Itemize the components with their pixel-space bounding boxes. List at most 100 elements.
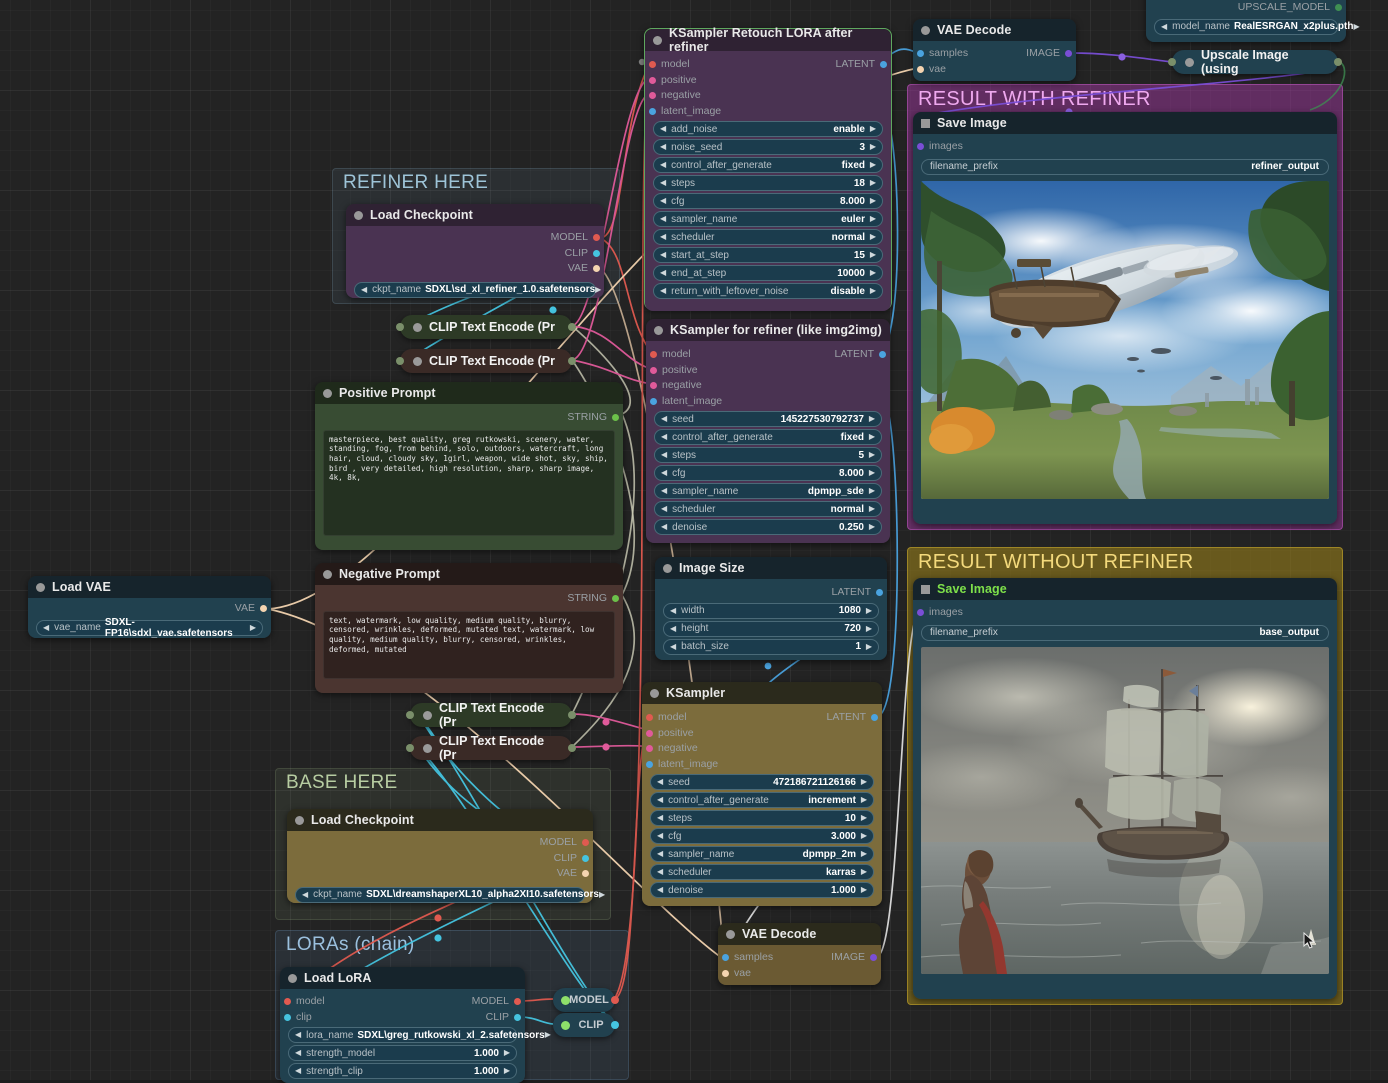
- next-arrow-icon[interactable]: ▶: [870, 215, 876, 223]
- collapse-dot[interactable]: [921, 26, 930, 35]
- port-row[interactable]: positive: [646, 363, 890, 379]
- port-row[interactable]: CLIP: [287, 851, 593, 867]
- widget-control-after-generate[interactable]: ◀control_after_generatefixed▶: [654, 429, 882, 445]
- input-dot[interactable]: [396, 323, 404, 331]
- port-row[interactable]: negative: [642, 741, 882, 757]
- port-row[interactable]: CLIP: [346, 246, 604, 262]
- port-row[interactable]: UPSCALE_MODEL: [1146, 0, 1346, 16]
- output-dot-vae[interactable]: [593, 265, 600, 272]
- collapse-dot[interactable]: [561, 996, 570, 1005]
- prev-arrow-icon[interactable]: ◀: [660, 197, 666, 205]
- next-arrow-icon[interactable]: ▶: [504, 1049, 510, 1057]
- output-dot-latent[interactable]: [879, 351, 886, 358]
- widget-seed[interactable]: ◀seed472186721126166▶: [650, 774, 874, 790]
- input-dot-model[interactable]: [284, 998, 291, 1005]
- node-load-lora[interactable]: Load LoRA model MODEL clip CLIP ◀ lora_n…: [280, 967, 525, 1083]
- prev-arrow-icon[interactable]: ◀: [661, 433, 667, 441]
- port-row[interactable]: latent_image: [646, 394, 890, 410]
- node-ksampler-refiner[interactable]: KSampler for refiner (like img2img) mode…: [646, 319, 890, 543]
- port-row[interactable]: MODEL: [287, 835, 593, 851]
- node-vae-decode-top[interactable]: VAE Decode samples IMAGE vae: [913, 19, 1076, 81]
- collapse-dot[interactable]: [663, 564, 672, 573]
- port-row[interactable]: MODEL: [346, 230, 604, 246]
- input-dot-positive[interactable]: [649, 77, 656, 84]
- collapse-square[interactable]: [921, 119, 930, 128]
- port-row[interactable]: model MODEL: [280, 994, 525, 1010]
- port-row[interactable]: latent_image: [645, 104, 891, 120]
- widget-seed[interactable]: ◀seed145227530792737▶: [654, 411, 882, 427]
- widget-cfg[interactable]: ◀cfg3.000▶: [650, 828, 874, 844]
- next-arrow-icon[interactable]: ▶: [861, 886, 867, 894]
- next-arrow-icon[interactable]: ▶: [869, 433, 875, 441]
- next-arrow-icon[interactable]: ▶: [870, 287, 876, 295]
- prev-arrow-icon[interactable]: ◀: [43, 624, 49, 632]
- widget-ckpt-name[interactable]: ◀ ckpt_name SDXL\sd_xl_refiner_1.0.safet…: [354, 282, 596, 298]
- prev-arrow-icon[interactable]: ◀: [660, 161, 666, 169]
- prev-arrow-icon[interactable]: ◀: [657, 796, 663, 804]
- input-dot-latent-image[interactable]: [649, 108, 656, 115]
- output-dot-latent[interactable]: [871, 714, 878, 721]
- next-arrow-icon[interactable]: ▶: [504, 1067, 510, 1075]
- output-dot[interactable]: [611, 1021, 619, 1029]
- next-arrow-icon[interactable]: ▶: [866, 607, 872, 615]
- port-row[interactable]: model LATENT: [642, 710, 882, 726]
- port-row[interactable]: model LATENT: [645, 57, 891, 73]
- next-arrow-icon[interactable]: ▶: [870, 197, 876, 205]
- port-row[interactable]: images: [913, 139, 1337, 155]
- next-arrow-icon[interactable]: ▶: [869, 505, 875, 513]
- widget-sampler-name[interactable]: ◀sampler_namedpmpp_2m▶: [650, 846, 874, 862]
- input-dot-samples[interactable]: [722, 954, 729, 961]
- output-dot[interactable]: [568, 711, 576, 719]
- widget-height[interactable]: ◀height720▶: [663, 621, 879, 637]
- next-arrow-icon[interactable]: ▶: [870, 251, 876, 259]
- port-row[interactable]: VAE: [346, 261, 604, 277]
- node-header[interactable]: KSampler: [642, 682, 882, 704]
- input-dot-positive[interactable]: [650, 367, 657, 374]
- next-arrow-icon[interactable]: ▶: [870, 161, 876, 169]
- widget-steps[interactable]: ◀steps10▶: [650, 810, 874, 826]
- output-dot-model[interactable]: [514, 998, 521, 1005]
- node-header[interactable]: Positive Prompt: [315, 382, 623, 404]
- prev-arrow-icon[interactable]: ◀: [657, 850, 663, 858]
- prev-arrow-icon[interactable]: ◀: [657, 868, 663, 876]
- input-dot-negative[interactable]: [650, 382, 657, 389]
- node-ksampler-base[interactable]: KSampler model LATENT positive negative …: [642, 682, 882, 906]
- positive-prompt-textarea[interactable]: masterpiece, best quality, greg rutkowsk…: [323, 430, 615, 536]
- widget-noise-seed[interactable]: ◀noise_seed3▶: [653, 139, 883, 155]
- node-vae-decode-bottom[interactable]: VAE Decode samples IMAGE vae: [718, 923, 881, 985]
- next-arrow-icon[interactable]: ▶: [870, 179, 876, 187]
- output-dot[interactable]: [611, 996, 619, 1004]
- widget-batch-size[interactable]: ◀batch_size1▶: [663, 639, 879, 655]
- prev-arrow-icon[interactable]: ◀: [661, 505, 667, 513]
- widget-add-noise[interactable]: ◀add_noiseenable▶: [653, 121, 883, 137]
- next-arrow-icon[interactable]: ▶: [1353, 23, 1359, 31]
- input-dot-vae[interactable]: [722, 970, 729, 977]
- output-dot-string[interactable]: [612, 414, 619, 421]
- next-arrow-icon[interactable]: ▶: [869, 487, 875, 495]
- port-row[interactable]: samples IMAGE: [718, 950, 881, 966]
- output-dot-latent[interactable]: [880, 61, 887, 68]
- prev-arrow-icon[interactable]: ◀: [661, 523, 667, 531]
- node-load-checkpoint-refiner[interactable]: Load Checkpoint MODEL CLIP VAE ◀ ckpt_na…: [346, 204, 604, 298]
- collapse-dot[interactable]: [423, 744, 432, 753]
- next-arrow-icon[interactable]: ▶: [870, 143, 876, 151]
- collapse-dot[interactable]: [354, 211, 363, 220]
- port-row[interactable]: LATENT: [655, 585, 887, 601]
- widget-ckpt-name[interactable]: ◀ ckpt_name SDXL\dreamshaperXL10_alpha2X…: [295, 887, 585, 903]
- prev-arrow-icon[interactable]: ◀: [670, 607, 676, 615]
- collapse-dot[interactable]: [295, 816, 304, 825]
- node-clip-encode-refiner-positive[interactable]: CLIP Text Encode (Pr: [400, 315, 572, 339]
- output-dot[interactable]: [568, 357, 576, 365]
- widget-strength-clip[interactable]: ◀strength_clip1.000▶: [288, 1063, 517, 1079]
- input-dot-negative[interactable]: [646, 745, 653, 752]
- node-header[interactable]: Load Checkpoint: [287, 809, 593, 831]
- node-header[interactable]: KSampler for refiner (like img2img): [646, 319, 890, 341]
- widget-lora-name[interactable]: ◀ lora_name SDXL\greg_rutkowski_xl_2.saf…: [288, 1027, 517, 1043]
- port-row[interactable]: latent_image: [642, 757, 882, 773]
- output-dot-vae[interactable]: [582, 870, 589, 877]
- output-dot-latent[interactable]: [876, 589, 883, 596]
- node-header[interactable]: Load Checkpoint: [346, 204, 604, 226]
- next-arrow-icon[interactable]: ▶: [870, 125, 876, 133]
- widget-sampler-name[interactable]: ◀sampler_nameeuler▶: [653, 211, 883, 227]
- port-row[interactable]: STRING: [315, 591, 623, 607]
